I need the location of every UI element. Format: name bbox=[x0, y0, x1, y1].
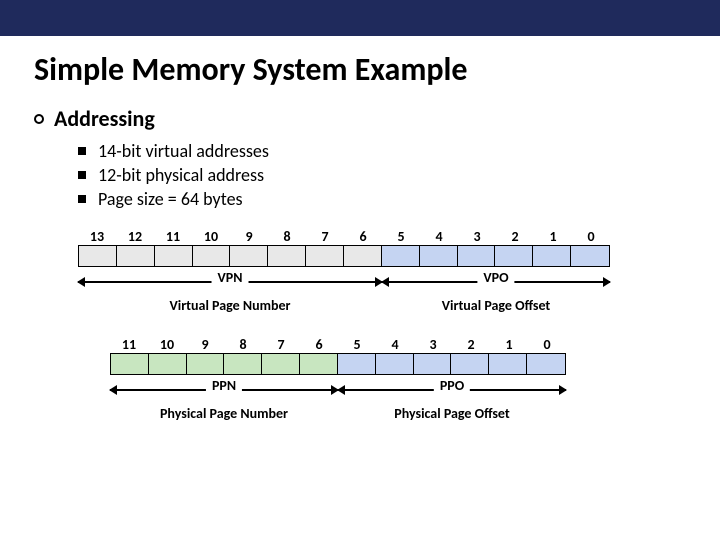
bit-cell bbox=[193, 246, 231, 266]
ppn-full-label: Physical Page Number bbox=[110, 405, 338, 422]
bit-cell bbox=[155, 246, 193, 266]
physical-full-labels: Physical Page Number Physical Page Offse… bbox=[110, 405, 686, 422]
vpo-arrow: VPO bbox=[382, 281, 610, 283]
bit-label: 8 bbox=[268, 228, 306, 245]
ppo-label: PPO bbox=[434, 377, 470, 394]
bit-cell bbox=[420, 246, 458, 266]
bit-cell bbox=[111, 354, 149, 374]
bullet-square-icon bbox=[78, 171, 86, 179]
bullet-text: Page size = 64 bytes bbox=[98, 188, 243, 210]
bit-cell bbox=[149, 354, 187, 374]
vpo-label: VPO bbox=[477, 269, 514, 286]
bit-label: 3 bbox=[414, 336, 452, 353]
bit-label: 0 bbox=[572, 228, 610, 245]
bit-cell bbox=[230, 246, 268, 266]
bullet-circle-icon bbox=[34, 114, 44, 124]
bit-label: 6 bbox=[344, 228, 382, 245]
physical-address-diagram: 11 10 9 8 7 6 5 4 3 2 1 0 bbox=[110, 336, 686, 422]
bit-cell bbox=[571, 246, 609, 266]
virtual-address-diagram: 13 12 11 10 9 8 7 6 5 4 3 2 1 0 bbox=[78, 228, 686, 314]
bit-cell bbox=[489, 354, 527, 374]
bit-label: 9 bbox=[230, 228, 268, 245]
section-heading: Addressing bbox=[34, 105, 686, 132]
bit-label: 9 bbox=[186, 336, 224, 353]
bit-label: 0 bbox=[528, 336, 566, 353]
bit-cell bbox=[338, 354, 376, 374]
bit-cell bbox=[262, 354, 300, 374]
bit-cell bbox=[268, 246, 306, 266]
bit-cell bbox=[79, 246, 117, 266]
bit-label: 4 bbox=[376, 336, 414, 353]
bit-cell bbox=[527, 354, 565, 374]
bit-cell bbox=[224, 354, 262, 374]
bit-label: 2 bbox=[496, 228, 534, 245]
bit-label: 11 bbox=[154, 228, 192, 245]
bit-label: 11 bbox=[110, 336, 148, 353]
bit-cell bbox=[187, 354, 225, 374]
bit-label: 3 bbox=[458, 228, 496, 245]
ppn-arrow: PPN bbox=[110, 389, 338, 391]
bit-label: 5 bbox=[338, 336, 376, 353]
physical-arrow-row: PPN PPO bbox=[110, 379, 686, 403]
bit-label: 10 bbox=[192, 228, 230, 245]
vpn-arrow: VPN bbox=[78, 281, 382, 283]
bit-label: 10 bbox=[148, 336, 186, 353]
ppo-arrow: PPO bbox=[338, 389, 566, 391]
bullet-text: 14-bit virtual addresses bbox=[98, 140, 269, 162]
bit-cell bbox=[117, 246, 155, 266]
bullet-text: 12-bit physical address bbox=[98, 164, 264, 186]
bit-cell bbox=[458, 246, 496, 266]
virtual-full-labels: Virtual Page Number Virtual Page Offset bbox=[78, 297, 686, 314]
bit-cell bbox=[382, 246, 420, 266]
bit-label: 8 bbox=[224, 336, 262, 353]
bit-label: 1 bbox=[490, 336, 528, 353]
bit-label: 12 bbox=[116, 228, 154, 245]
ppn-label: PPN bbox=[206, 377, 242, 394]
physical-bit-labels: 11 10 9 8 7 6 5 4 3 2 1 0 bbox=[110, 336, 686, 353]
bit-cell bbox=[300, 354, 338, 374]
bit-label: 7 bbox=[262, 336, 300, 353]
slide-content: Simple Memory System Example Addressing … bbox=[0, 36, 720, 422]
vpo-full-label: Virtual Page Offset bbox=[382, 297, 610, 314]
virtual-bit-labels: 13 12 11 10 9 8 7 6 5 4 3 2 1 0 bbox=[78, 228, 686, 245]
physical-bit-boxes bbox=[110, 353, 566, 375]
list-item: 14-bit virtual addresses bbox=[78, 140, 686, 162]
bit-label: 13 bbox=[78, 228, 116, 245]
bit-label: 2 bbox=[452, 336, 490, 353]
virtual-arrow-row: VPN VPO bbox=[78, 271, 686, 295]
bullet-list: 14-bit virtual addresses 12-bit physical… bbox=[78, 140, 686, 210]
bit-cell bbox=[344, 246, 382, 266]
bit-label: 1 bbox=[534, 228, 572, 245]
virtual-bit-boxes bbox=[78, 245, 610, 267]
ppo-full-label: Physical Page Offset bbox=[338, 405, 566, 422]
bit-label: 6 bbox=[300, 336, 338, 353]
bit-cell bbox=[533, 246, 571, 266]
slide-title: Simple Memory System Example bbox=[34, 50, 686, 89]
header-bar bbox=[0, 0, 720, 36]
vpn-full-label: Virtual Page Number bbox=[78, 297, 382, 314]
bit-cell bbox=[451, 354, 489, 374]
bit-cell bbox=[495, 246, 533, 266]
bit-label: 7 bbox=[306, 228, 344, 245]
bullet-square-icon bbox=[78, 195, 86, 203]
section-label: Addressing bbox=[54, 105, 155, 132]
bit-cell bbox=[376, 354, 414, 374]
bit-cell bbox=[414, 354, 452, 374]
list-item: Page size = 64 bytes bbox=[78, 188, 686, 210]
vpn-label: VPN bbox=[212, 269, 249, 286]
bullet-square-icon bbox=[78, 147, 86, 155]
bit-label: 4 bbox=[420, 228, 458, 245]
bit-label: 5 bbox=[382, 228, 420, 245]
list-item: 12-bit physical address bbox=[78, 164, 686, 186]
bit-cell bbox=[306, 246, 344, 266]
